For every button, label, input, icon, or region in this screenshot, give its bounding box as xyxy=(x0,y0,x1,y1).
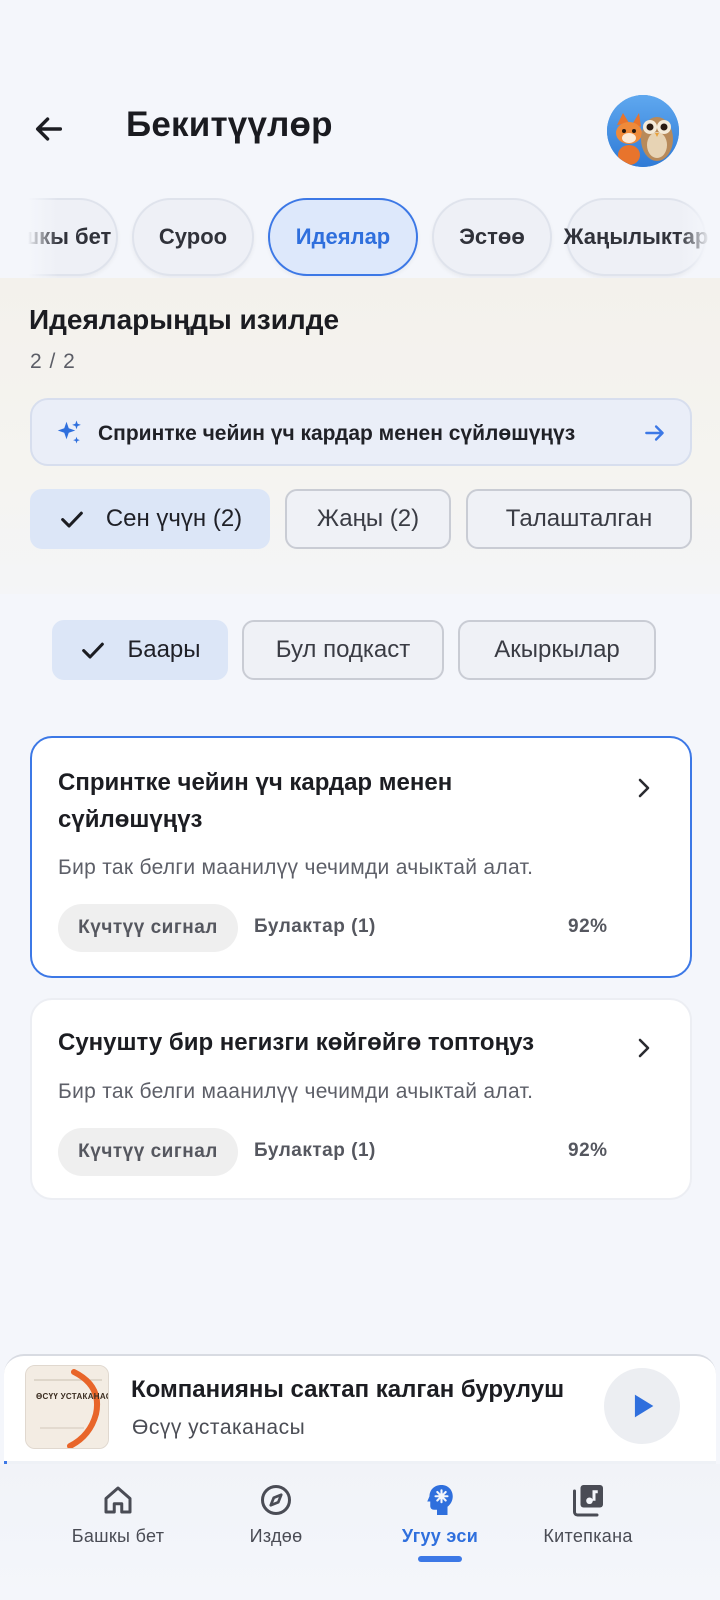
compass-icon xyxy=(261,1485,291,1515)
avatar[interactable] xyxy=(607,95,679,167)
top-tabs: Башкы бет Суроо Идеялар Эстөө Жаңылыктар xyxy=(28,198,710,278)
card-description: Бир так белги маанилүү чечимди ачыктай а… xyxy=(58,856,534,879)
cover-title: ӨСҮҮ УСТАКАНАСЫ xyxy=(36,1392,108,1401)
filter-for-you[interactable]: Сен үчүн (2) xyxy=(30,489,270,549)
nav-search[interactable]: Издөө xyxy=(196,1482,356,1572)
page-title: Бекитүүлөр xyxy=(126,105,333,144)
avatar-fox-owl-icon xyxy=(607,95,679,167)
nav-label: Башкы бет xyxy=(71,1526,165,1546)
mini-player[interactable]: ӨСҮҮ УСТАКАНАСЫ Компанияны сактап калган… xyxy=(4,1354,716,1464)
home-icon xyxy=(104,1486,132,1514)
signal-badge: Күчтүү сигнал xyxy=(58,904,238,952)
score-value: 92% xyxy=(568,1140,608,1161)
bottom-nav: Башкы бет Издөө Угуу эси Китепкана xyxy=(0,1464,720,1600)
filter-label: Акыркылар xyxy=(494,636,620,663)
sources-link[interactable]: Булактар (1) xyxy=(254,1140,376,1162)
filter-this-podcast[interactable]: Бул подкаст xyxy=(242,620,444,680)
signal-badge: Күчтүү сигнал xyxy=(58,1128,238,1176)
filter-new[interactable]: Жаңы (2) xyxy=(285,489,451,549)
filter-label: Сен үчүн (2) xyxy=(105,505,243,532)
filter-debated[interactable]: Талашталган xyxy=(466,489,692,549)
arrow-left-icon xyxy=(35,117,63,141)
nav-home[interactable]: Башкы бет xyxy=(38,1482,198,1572)
brain-gear-icon xyxy=(427,1485,453,1515)
filter-label: Бул подкаст xyxy=(275,636,411,663)
play-icon xyxy=(634,1394,654,1418)
tab-question[interactable]: Суроо xyxy=(132,198,254,276)
tab-memory[interactable]: Эстөө xyxy=(432,198,552,276)
play-button[interactable] xyxy=(604,1368,680,1444)
check-icon xyxy=(60,511,83,528)
banner-text: Спринтке чейин үч кардар менен сүйлөшүңү… xyxy=(98,422,576,445)
cover-art-icon xyxy=(26,1366,108,1448)
card-title: Сунушту бир негизги көйгөйгө топтоңуз xyxy=(58,1029,535,1056)
sparkle-icon xyxy=(57,420,81,444)
library-music-icon xyxy=(573,1485,603,1517)
filter-label: Баары xyxy=(127,636,201,663)
card-title: Спринтке чейин үч кардар менен сүйлөшүңү… xyxy=(58,769,453,833)
tab-ideas[interactable]: Идеялар xyxy=(268,198,418,276)
nav-label: Угуу эси xyxy=(401,1526,479,1546)
suggestion-banner[interactable]: Спринтке чейин үч кардар менен сүйлөшүңү… xyxy=(30,398,692,466)
podcast-cover: ӨСҮҮ УСТАКАНАСЫ xyxy=(25,1365,109,1449)
filter-label: Талашталган xyxy=(505,505,653,532)
check-icon xyxy=(82,642,105,659)
nav-label: Китепкана xyxy=(543,1526,633,1546)
player-subtitle: Өсүү устаканасы xyxy=(132,1416,306,1439)
arrow-right-icon xyxy=(645,425,664,441)
back-button[interactable] xyxy=(26,106,72,152)
idea-card[interactable]: Сунушту бир негизги көйгөйгө топтоңуз Би… xyxy=(30,998,692,1200)
filter-all[interactable]: Баары xyxy=(52,620,228,680)
score-value: 92% xyxy=(568,916,608,937)
active-tab-indicator xyxy=(418,1556,462,1562)
page-count: 2 / 2 xyxy=(30,350,76,373)
chevron-right-icon xyxy=(638,778,650,798)
tabs-fade-right xyxy=(680,198,710,278)
nav-label: Издөө xyxy=(249,1526,303,1546)
chevron-right-icon xyxy=(638,1038,650,1058)
ideas-panel: Идеяларыңды изилде 2 / 2 Спринтке чейин … xyxy=(0,278,720,594)
screen: Бекитүүлөр бет Суроо Идеялар Эстөө Жаңыл… xyxy=(0,0,720,1600)
nav-library[interactable]: Китепкана xyxy=(508,1482,668,1572)
tabs-fade-left xyxy=(28,198,58,278)
filter-label: Жаңы (2) xyxy=(316,505,420,532)
card-description: Бир так белги маанилүү чечимди ачыктай а… xyxy=(58,1080,534,1103)
idea-card[interactable]: Спринтке чейин үч кардар менен сүйлөшүңү… xyxy=(30,736,692,978)
player-title: Компанияны сактап калган бурулуш xyxy=(131,1376,565,1403)
header: Бекитүүлөр xyxy=(0,88,720,170)
sources-link[interactable]: Булактар (1) xyxy=(254,916,376,938)
filter-recent[interactable]: Акыркылар xyxy=(458,620,656,680)
section-title: Идеяларыңды изилде xyxy=(29,304,340,335)
